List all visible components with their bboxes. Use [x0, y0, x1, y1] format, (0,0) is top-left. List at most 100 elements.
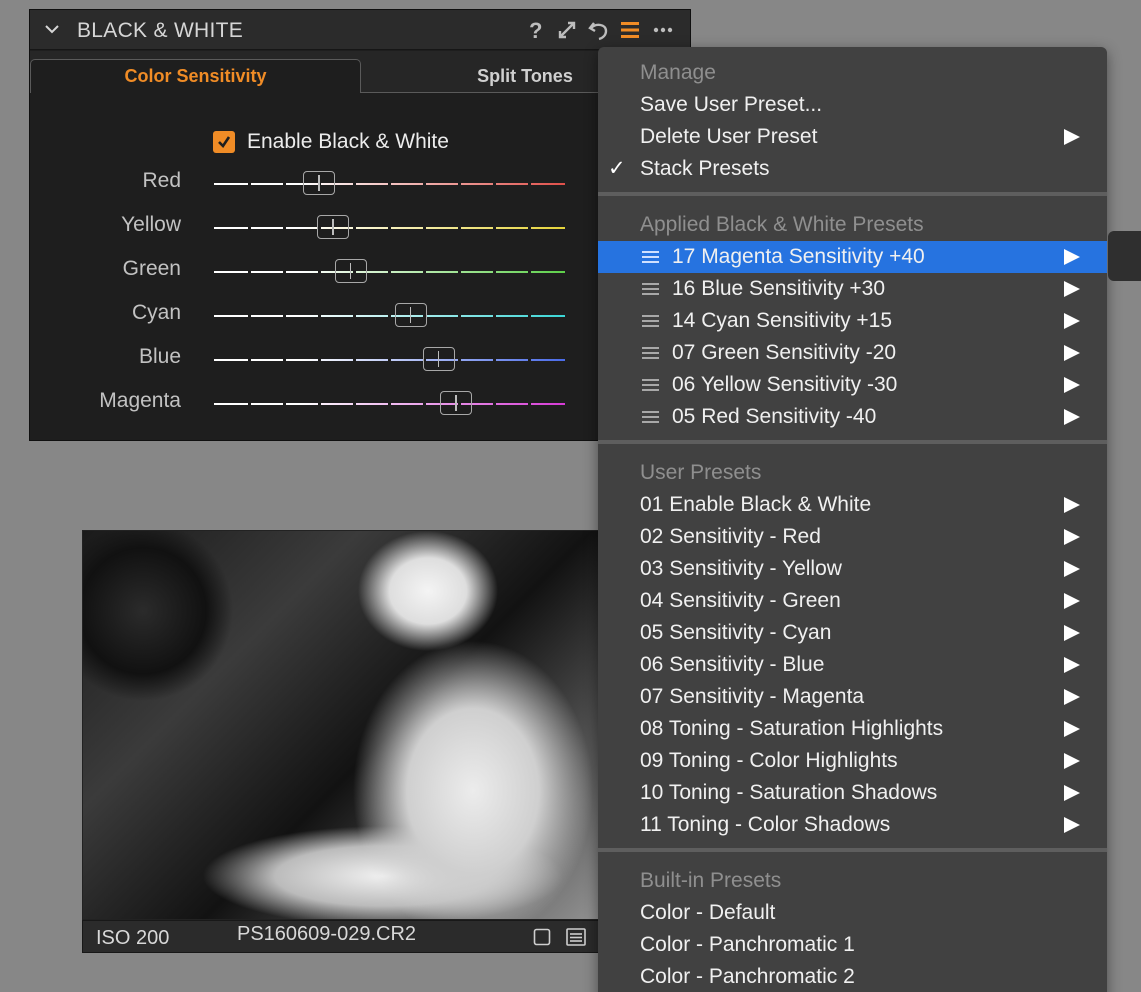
slider-thumb-magenta[interactable]: [440, 391, 473, 415]
slider-label-blue: Blue: [138, 345, 181, 368]
menu-item-stack-presets[interactable]: ✓ Stack Presets: [598, 153, 1107, 185]
user-preset-item[interactable]: 08 Toning - Saturation Highlights: [598, 713, 1107, 745]
slider-tick-gap: [352, 315, 356, 317]
builtin-preset-item[interactable]: Color - Panchromatic 1: [598, 929, 1107, 961]
enable-black-white-checkbox[interactable]: [213, 131, 235, 153]
user-preset-label: 10 Toning - Saturation Shadows: [640, 781, 938, 804]
slider-tick-gap: [493, 359, 497, 361]
applied-preset-label: 06 Yellow Sensitivity -30: [672, 373, 898, 396]
slider-track-yellow[interactable]: [214, 227, 565, 229]
slider-thumb-cyan[interactable]: [394, 303, 427, 327]
applied-preset-item[interactable]: 17 Magenta Sensitivity +40: [598, 241, 1107, 273]
applied-preset-label: 14 Cyan Sensitivity +15: [672, 309, 893, 332]
slider-thumb-yellow[interactable]: [317, 215, 350, 239]
drag-handle-icon[interactable]: [642, 251, 659, 263]
menu-header-manage: Manage: [640, 61, 716, 84]
builtin-preset-label: Color - Default: [640, 901, 776, 924]
submenu-arrow-icon: [1064, 249, 1080, 265]
resize-icon[interactable]: [555, 18, 579, 42]
slider-tick-gap: [317, 403, 321, 405]
slider-tick-gap: [458, 315, 462, 317]
slider-tick-gap: [282, 315, 286, 317]
more-icon[interactable]: [651, 18, 675, 42]
drag-handle-icon[interactable]: [642, 379, 659, 391]
slider-tick-gap: [388, 403, 391, 405]
applied-preset-item[interactable]: 14 Cyan Sensitivity +15: [598, 305, 1107, 337]
slider-tick-gap: [247, 271, 251, 273]
photo-preview: [82, 530, 622, 920]
submenu-arrow-icon: [1064, 129, 1080, 145]
drag-handle-icon[interactable]: [642, 315, 659, 327]
applied-preset-item[interactable]: 07 Green Sensitivity -20: [598, 337, 1107, 369]
slider-label-yellow: Yellow: [121, 213, 181, 236]
submenu-arrow-icon: [1064, 281, 1080, 297]
applied-preset-label: 17 Magenta Sensitivity +40: [672, 245, 925, 268]
submenu-arrow-icon: [1064, 561, 1080, 577]
applied-preset-item[interactable]: 06 Yellow Sensitivity -30: [598, 369, 1107, 401]
slider-label-magenta: Magenta: [99, 389, 181, 412]
user-preset-label: 08 Toning - Saturation Highlights: [640, 717, 944, 740]
drag-handle-icon[interactable]: [642, 347, 659, 359]
user-preset-label: 04 Sensitivity - Green: [640, 589, 841, 612]
slider-tick-gap: [458, 227, 462, 229]
slider-tick-gap: [352, 227, 356, 229]
enable-row: Enable Black & White: [213, 130, 449, 154]
help-icon[interactable]: ?: [524, 18, 548, 42]
metadata-list-icon[interactable]: [566, 928, 586, 946]
applied-preset-item[interactable]: 05 Red Sensitivity -40: [598, 401, 1107, 433]
tab-color-sensitivity[interactable]: Color Sensitivity: [30, 59, 361, 93]
file-name: PS160609-029.CR2: [237, 923, 417, 945]
menu-item-delete-user-preset[interactable]: Delete User Preset: [598, 121, 1107, 153]
user-preset-item[interactable]: 03 Sensitivity - Yellow: [598, 553, 1107, 585]
reset-icon[interactable]: [587, 18, 611, 42]
slider-track-blue[interactable]: [214, 359, 565, 361]
submenu-arrow-icon: [1064, 345, 1080, 361]
black-white-tool-panel: BLACK & WHITE ? Color Sensitivity Split …: [29, 9, 692, 441]
submenu-arrow-icon: [1064, 721, 1080, 737]
user-preset-item[interactable]: 11 Toning - Color Shadows: [598, 809, 1107, 841]
user-preset-item[interactable]: 04 Sensitivity - Green: [598, 585, 1107, 617]
user-preset-item[interactable]: 06 Sensitivity - Blue: [598, 649, 1107, 681]
drag-handle-icon[interactable]: [642, 411, 659, 423]
submenu-arrow-icon: [1064, 497, 1080, 513]
user-preset-item[interactable]: 02 Sensitivity - Red: [598, 521, 1107, 553]
submenu-arrow-icon: [1064, 689, 1080, 705]
builtin-preset-item[interactable]: Color - Panchromatic 2: [598, 961, 1107, 992]
slider-track-cyan[interactable]: [214, 315, 565, 317]
user-preset-item[interactable]: 09 Toning - Color Highlights: [598, 745, 1107, 777]
slider-thumb-green[interactable]: [334, 259, 367, 283]
slider-track-red[interactable]: [214, 183, 565, 185]
user-preset-label: 03 Sensitivity - Yellow: [640, 557, 842, 580]
builtin-preset-item[interactable]: Color - Default: [598, 897, 1107, 929]
slider-track-magenta[interactable]: [214, 403, 565, 405]
user-preset-label: 09 Toning - Color Highlights: [640, 749, 898, 772]
user-preset-label: 07 Sensitivity - Magenta: [640, 685, 865, 708]
slider-label-red: Red: [142, 169, 181, 192]
slider-tick-gap: [352, 403, 356, 405]
presets-menu-icon[interactable]: [618, 18, 642, 42]
user-preset-item[interactable]: 10 Toning - Saturation Shadows: [598, 777, 1107, 809]
user-preset-item[interactable]: 05 Sensitivity - Cyan: [598, 617, 1107, 649]
slider-tick-gap: [352, 183, 356, 185]
slider-thumb-red[interactable]: [303, 171, 336, 195]
applied-preset-item[interactable]: 16 Blue Sensitivity +30: [598, 273, 1107, 305]
slider-tick-gap: [493, 227, 497, 229]
user-preset-item[interactable]: 07 Sensitivity - Magenta: [598, 681, 1107, 713]
select-square-icon[interactable]: [533, 928, 551, 946]
user-preset-item[interactable]: 01 Enable Black & White: [598, 489, 1107, 521]
slider-track-green[interactable]: [214, 271, 565, 273]
slider-tick-gap: [247, 227, 251, 229]
submenu-arrow-icon: [1064, 529, 1080, 545]
slider-thumb-blue[interactable]: [422, 347, 455, 371]
user-preset-label: 02 Sensitivity - Red: [640, 525, 821, 548]
menu-header-applied-presets: Applied Black & White Presets: [640, 213, 924, 236]
slider-tick-gap: [458, 271, 462, 273]
slider-tick-gap: [458, 359, 462, 361]
panel-title: BLACK & WHITE: [77, 19, 244, 42]
menu-item-save-user-preset[interactable]: Save User Preset...: [598, 89, 1107, 121]
drag-handle-icon[interactable]: [642, 283, 659, 295]
chevron-down-icon[interactable]: [44, 21, 60, 37]
menu-header-builtin-presets: Built-in Presets: [640, 869, 782, 892]
slider-tick-gap: [458, 183, 462, 185]
slider-tick-gap: [528, 359, 532, 361]
